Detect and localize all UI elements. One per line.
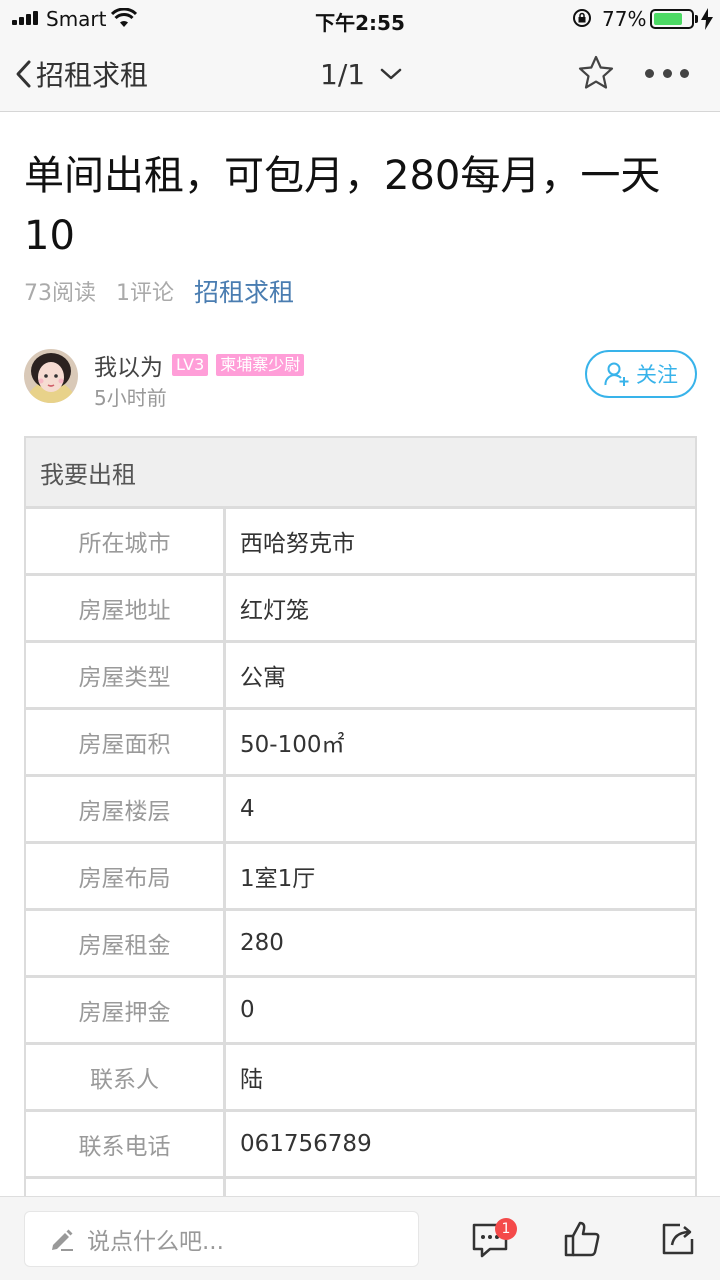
share-icon[interactable] [658, 1219, 698, 1259]
comment-placeholder: 说点什么吧... [87, 1229, 224, 1255]
table-row: 联系电话 061756789 [26, 1112, 695, 1179]
battery-level [654, 13, 682, 25]
status-bar: Smart 下午2:55 77% [0, 0, 720, 36]
thumbs-up-icon[interactable] [562, 1219, 602, 1259]
row-value: 1室1厅 [240, 866, 316, 892]
row-label: 房屋租金 [26, 911, 226, 975]
table-row: 房屋布局 1室1厅 [26, 844, 695, 911]
post-time: 5小时前 [94, 386, 167, 410]
rank-badge: 柬埔寨少尉 [216, 354, 305, 376]
follow-label: 关注 [636, 363, 678, 387]
pencil-icon [52, 1229, 73, 1251]
post-title: 单间出租，可包月，280每月，一天10 [24, 153, 661, 259]
row-value: 公寓 [240, 665, 286, 691]
follow-button[interactable]: 关注 [585, 350, 697, 398]
row-label: 房屋布局 [26, 844, 226, 908]
table-row: 房屋面积 50-100㎡ [26, 710, 695, 777]
row-label: 房屋押金 [26, 978, 226, 1042]
battery-icon [650, 9, 694, 29]
row-label: 房屋楼层 [26, 777, 226, 841]
category-link[interactable]: 招租求租 [194, 273, 294, 309]
rotation-lock-icon [573, 9, 591, 27]
row-label: 房屋类型 [26, 643, 226, 707]
row-label: 房屋地址 [26, 576, 226, 640]
battery-tip [695, 15, 698, 23]
comment-badge: 1 [495, 1218, 517, 1240]
row-value: 陆 [240, 1067, 263, 1093]
listing-table: 我要出租 所在城市 西哈努克市 房屋地址 红灯笼 房屋类型 公寓 房屋面积 50… [24, 436, 697, 1246]
table-row: 房屋类型 公寓 [26, 643, 695, 710]
nav-bar: 招租求租 1/1 [0, 36, 720, 112]
more-icon[interactable] [645, 54, 689, 92]
chevron-down-icon [380, 68, 402, 80]
table-row: 房屋地址 红灯笼 [26, 576, 695, 643]
read-count: 73阅读 [24, 281, 96, 306]
table-row: 所在城市 西哈努克市 [26, 509, 695, 576]
level-badge: LV3 [172, 354, 209, 376]
charging-icon [701, 8, 713, 30]
table-row: 房屋楼层 4 [26, 777, 695, 844]
row-label: 所在城市 [26, 509, 226, 573]
row-value: 061756789 [240, 1131, 372, 1157]
page-selector[interactable]: 1/1 [320, 52, 403, 96]
author-badges: LV3 柬埔寨少尉 [172, 354, 312, 376]
page-indicator: 1/1 [320, 57, 366, 91]
bottom-bar: 说点什么吧... [0, 1196, 720, 1280]
battery-percent: 77% [602, 7, 647, 31]
table-row: 房屋租金 280 [26, 911, 695, 978]
add-user-icon [604, 362, 629, 386]
post-meta: 73阅读 1评论 招租求租 [24, 274, 314, 308]
row-label: 联系人 [26, 1045, 226, 1109]
row-label: 联系电话 [26, 1112, 226, 1176]
table-row: 联系人 陆 [26, 1045, 695, 1112]
chevron-left-icon [16, 60, 31, 88]
row-value: 0 [240, 997, 255, 1023]
comment-count: 1评论 [116, 281, 174, 306]
row-value: 西哈努克市 [240, 531, 355, 557]
listing-header: 我要出租 [26, 438, 695, 509]
author-name[interactable]: 我以为 [94, 348, 163, 382]
row-value: 4 [240, 796, 255, 822]
row-label: 房屋面积 [26, 710, 226, 774]
row-value: 280 [240, 930, 284, 956]
row-value: 红灯笼 [240, 598, 309, 624]
row-value: 50-100㎡ [240, 732, 345, 758]
comment-input[interactable]: 说点什么吧... [24, 1211, 419, 1267]
back-label: 招租求租 [36, 59, 149, 92]
back-button[interactable]: 招租求租 [14, 52, 148, 96]
table-row: 房屋押金 0 [26, 978, 695, 1045]
avatar[interactable] [24, 349, 78, 403]
star-icon[interactable] [577, 54, 615, 92]
